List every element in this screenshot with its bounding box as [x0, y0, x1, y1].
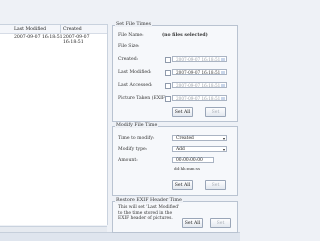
modify-type-label: Modify type:: [118, 147, 148, 152]
calendar-icon: [221, 58, 225, 61]
calendar-icon: [221, 84, 225, 87]
time-to-modify-label: Time to modify:: [118, 136, 155, 141]
set-file-times-title: Set File Times: [115, 22, 152, 27]
file-list-header: Last Modified Created: [0, 25, 107, 34]
cell-last-modified: 2007-09-07 16:18:51: [14, 35, 63, 40]
created-label: Created:: [118, 57, 139, 62]
time-to-modify-select[interactable]: Created ▾: [172, 135, 227, 141]
column-header-last-modified[interactable]: Last Modified: [14, 27, 46, 32]
last-modified-label: Last Modified:: [118, 70, 152, 75]
modify-set-button[interactable]: Set: [205, 180, 226, 190]
amount-input[interactable]: 00:00:00:00: [172, 157, 214, 163]
set-all-button[interactable]: Set All: [172, 107, 193, 117]
calendar-icon: [221, 97, 225, 100]
chevron-down-icon: ▾: [222, 147, 225, 152]
last-modified-checkbox[interactable]: [165, 70, 171, 76]
picture-taken-label: Picture Taken (EXIF):: [118, 96, 169, 101]
last-accessed-datetime[interactable]: 2007-09-07 16:18:51: [172, 82, 227, 88]
file-size-label: File Size:: [118, 44, 140, 49]
modify-type-select[interactable]: Add ▾: [172, 146, 227, 152]
restore-set-button[interactable]: Set: [210, 218, 231, 228]
last-accessed-label: Last Accessed:: [118, 83, 153, 88]
last-modified-datetime[interactable]: 2007-09-07 16:18:51: [172, 69, 227, 75]
modify-file-time-title: Modify File Time: [115, 123, 159, 128]
created-checkbox[interactable]: [165, 57, 171, 63]
cell-created: 2007-09-07 16:18:51: [63, 35, 90, 45]
modify-set-all-button[interactable]: Set All: [172, 180, 193, 190]
column-header-created[interactable]: Created: [63, 27, 82, 32]
file-name-value: (no files selected): [162, 33, 208, 38]
amount-label: Amount:: [118, 158, 138, 163]
restore-exif-description: This will set 'Last Modified' to the tim…: [118, 205, 180, 221]
restore-exif-title: Restore EXIF Header Time: [115, 198, 183, 203]
picture-taken-checkbox[interactable]: [165, 96, 171, 102]
amount-format-hint: dd:hh:mm:ss: [174, 166, 201, 171]
created-datetime[interactable]: 2007-09-07 16:18:51: [172, 56, 227, 62]
set-button[interactable]: Set: [205, 107, 226, 117]
calendar-icon: [221, 71, 225, 74]
last-accessed-checkbox[interactable]: [165, 83, 171, 89]
chevron-down-icon: ▾: [222, 136, 225, 141]
file-list[interactable]: Last Modified Created 2007-09-07 16:18:5…: [0, 24, 108, 225]
table-row[interactable]: 2007-09-07 16:18:51 2007-09-07 16:18:51: [0, 35, 107, 45]
file-name-label: File Name:: [118, 33, 144, 38]
picture-taken-datetime[interactable]: 2007-09-07 16:18:51: [172, 95, 227, 101]
restore-set-all-button[interactable]: Set All: [182, 218, 203, 228]
